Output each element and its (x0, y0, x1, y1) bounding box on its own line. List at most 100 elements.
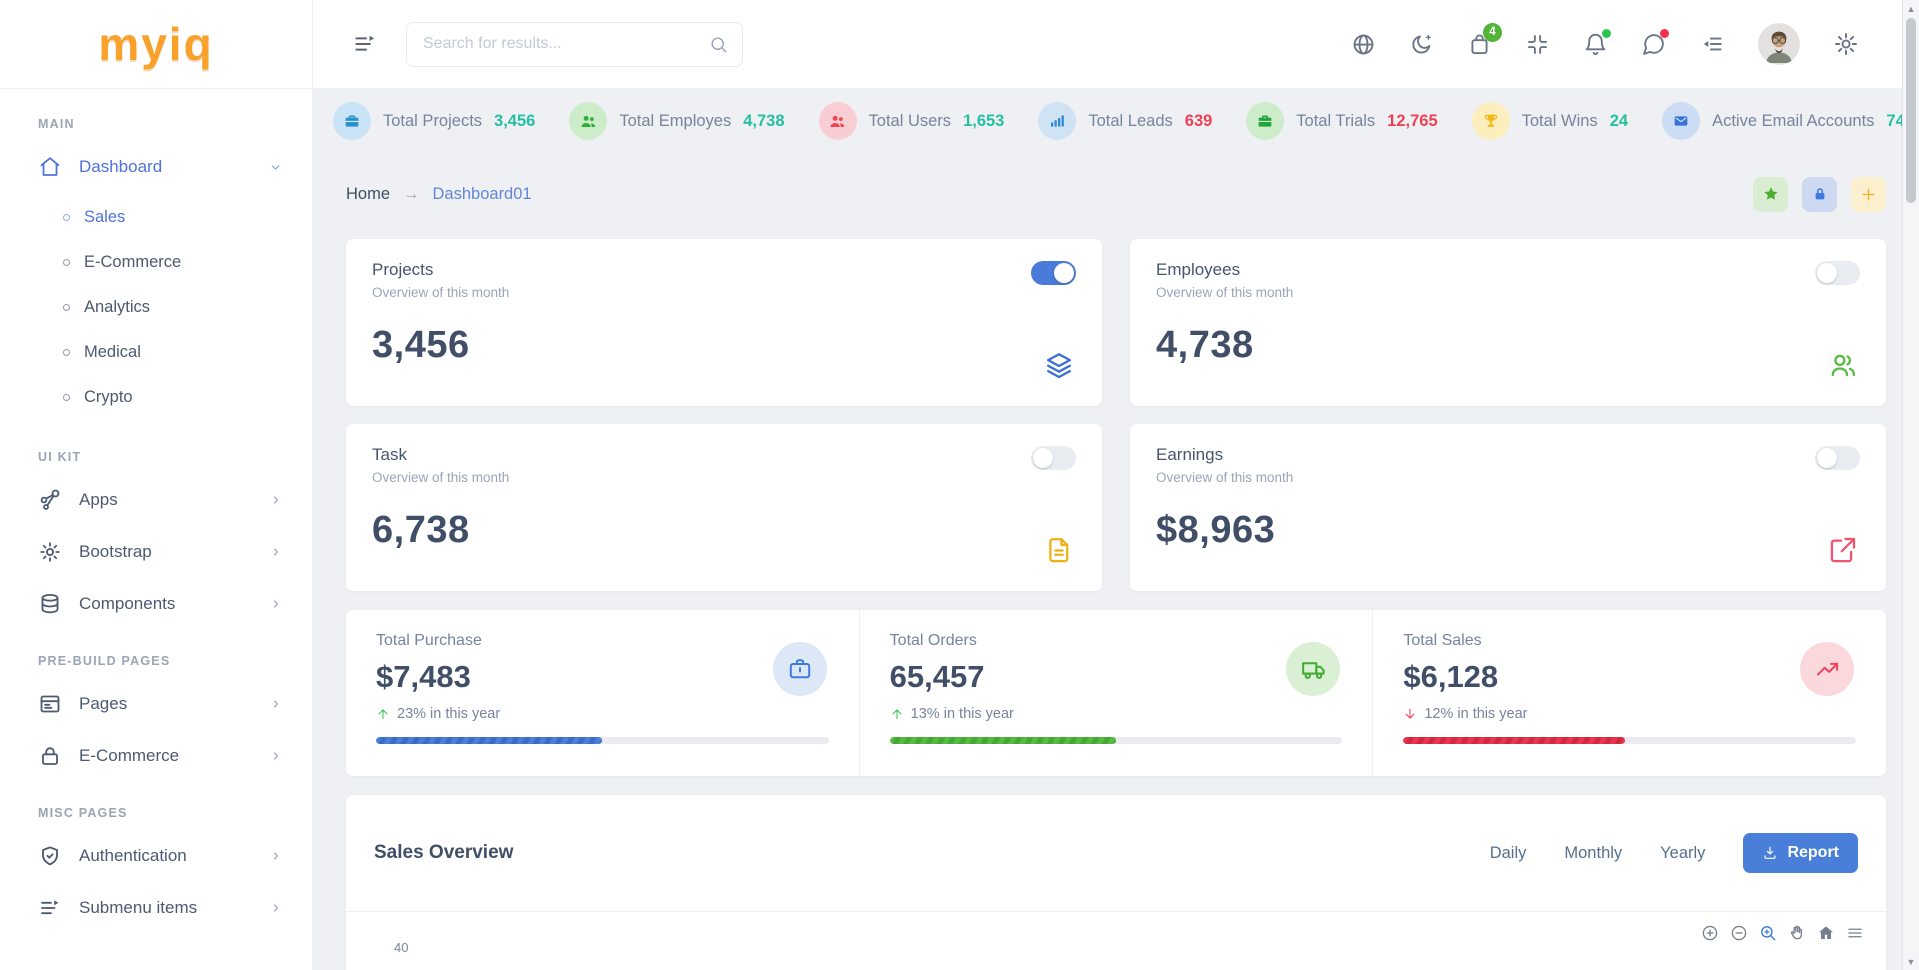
bullet-icon (63, 304, 70, 311)
minimize-icon[interactable] (1525, 32, 1550, 57)
sidebar-item-label: E-Commerce (79, 746, 253, 766)
pan-icon[interactable] (1788, 924, 1806, 942)
card-subtitle: Overview of this month (372, 470, 1076, 485)
card-earnings: Earnings Overview of this month $8,963 (1130, 424, 1886, 591)
filter-monthly[interactable]: Monthly (1564, 844, 1622, 863)
kpi-total-purchase: Total Purchase $7,483 23% in this year (346, 610, 859, 776)
sidebar-item-dashboard[interactable]: Dashboard (38, 141, 282, 193)
brand-logo[interactable]: myiq (0, 0, 312, 89)
zoom-select-icon[interactable] (1759, 924, 1777, 942)
chat-icon[interactable] (1641, 32, 1666, 57)
kpi-title: Total Orders (890, 632, 1343, 650)
lock-icon (38, 744, 62, 768)
card-toggle[interactable] (1815, 446, 1860, 470)
subitem-label: Analytics (84, 298, 150, 317)
chevron-right-icon (270, 750, 282, 762)
bell-icon[interactable] (1583, 32, 1608, 57)
search-input[interactable] (423, 35, 709, 53)
star-button[interactable] (1753, 177, 1788, 212)
search-box (406, 22, 743, 67)
sidebar-item-bootstrap[interactable]: Bootstrap (38, 526, 282, 578)
sidebar-section-misc: MISC PAGES (38, 806, 282, 820)
scrollbar-thumb[interactable] (1906, 18, 1916, 203)
ticker-label: Total Leads (1088, 112, 1172, 131)
ticker-label: Total Wins (1522, 112, 1598, 131)
ticker-item: Active Email Accounts 74,526 (1662, 102, 1919, 140)
ticker-label: Active Email Accounts (1712, 112, 1874, 131)
chevron-right-icon (270, 494, 282, 506)
card-toggle[interactable] (1031, 261, 1076, 285)
chevron-right-icon (270, 850, 282, 862)
ticker-value: 4,738 (743, 112, 784, 131)
kpi-change: 12% in this year (1403, 706, 1856, 722)
card-value: 3,456 (372, 324, 1076, 367)
globe-icon[interactable] (1351, 32, 1376, 57)
home-reset-icon[interactable] (1817, 924, 1835, 942)
stats-ticker: Total Projects 3,456 Total Employes 4,73… (313, 89, 1919, 153)
sidebar-item-label: Components (79, 594, 253, 614)
breadcrumb-home[interactable]: Home (346, 185, 390, 204)
moon-icon[interactable] (1409, 32, 1434, 57)
menu-arrow-icon (38, 896, 62, 920)
briefcase-icon (773, 642, 827, 696)
sidebar-subitem-analytics[interactable]: Analytics (38, 285, 282, 330)
page-scrollbar[interactable]: ▲ ▼ (1902, 0, 1919, 970)
shopping-bag-icon[interactable]: 4 (1467, 32, 1492, 57)
card-toggle[interactable] (1815, 261, 1860, 285)
content: Total Projects 3,456 Total Employes 4,73… (313, 89, 1919, 970)
users-icon (819, 102, 857, 140)
sidebar-subitem-crypto[interactable]: Crypto (38, 375, 282, 420)
sidebar-subitem-medical[interactable]: Medical (38, 330, 282, 375)
kpi-change-text: 12% in this year (1424, 706, 1527, 722)
lock-button[interactable] (1802, 177, 1837, 212)
breadcrumb: Home → Dashboard01 (346, 167, 1886, 221)
progress-fill (1403, 737, 1625, 744)
progress-bar (1403, 737, 1856, 744)
sales-overview-title: Sales Overview (374, 842, 513, 864)
share-nodes-icon (38, 488, 62, 512)
chart-modebar (1701, 924, 1864, 942)
sidebar-section-prebuild: PRE-BUILD PAGES (38, 654, 282, 668)
breadcrumb-separator: → (403, 185, 420, 204)
gear-icon[interactable] (1833, 31, 1859, 57)
ticker-item: Total Leads 639 (1038, 102, 1212, 140)
zoom-in-icon[interactable] (1701, 924, 1719, 942)
avatar[interactable] (1758, 23, 1800, 65)
chart-area: 40 (346, 912, 1886, 970)
menu-lines-icon[interactable] (1846, 924, 1864, 942)
download-icon (1762, 845, 1778, 861)
zoom-out-icon[interactable] (1730, 924, 1748, 942)
message-dot (1660, 29, 1669, 38)
ticker-value: 1,653 (963, 112, 1004, 131)
report-button[interactable]: Report (1743, 833, 1858, 873)
card-toggle[interactable] (1031, 446, 1076, 470)
sidebar-item-pages[interactable]: Pages (38, 678, 282, 730)
indent-left-icon[interactable] (1699, 31, 1725, 57)
sidebar-item-apps[interactable]: Apps (38, 474, 282, 526)
scroll-up-arrow[interactable]: ▲ (1903, 0, 1919, 17)
users-icon (569, 102, 607, 140)
sidebar-subitem-ecommerce[interactable]: E-Commerce (38, 240, 282, 285)
filter-daily[interactable]: Daily (1490, 844, 1527, 863)
plus-button[interactable] (1851, 177, 1886, 212)
kpi-value: $7,483 (376, 659, 829, 695)
sidebar-item-label: Pages (79, 694, 253, 714)
bullet-icon (63, 259, 70, 266)
sidebar-item-authentication[interactable]: Authentication (38, 830, 282, 882)
notification-dot (1602, 29, 1611, 38)
trending-up-icon (1800, 642, 1854, 696)
sidebar-item-submenu[interactable]: Submenu items (38, 882, 282, 934)
sidebar-item-ecommerce[interactable]: E-Commerce (38, 730, 282, 782)
scroll-down-arrow[interactable]: ▼ (1903, 953, 1919, 970)
brand-logo-text: myiq (98, 17, 213, 71)
menu-toggle-icon[interactable] (352, 31, 378, 57)
filter-yearly[interactable]: Yearly (1660, 844, 1705, 863)
sidebar-subitem-sales[interactable]: Sales (38, 195, 282, 240)
sidebar-item-components[interactable]: Components (38, 578, 282, 630)
card-projects: Projects Overview of this month 3,456 (346, 239, 1102, 406)
search-icon[interactable] (709, 35, 728, 54)
subitem-label: Medical (84, 343, 141, 362)
subitem-label: Crypto (84, 388, 133, 407)
kpi-total-sales: Total Sales $6,128 12% in this year (1372, 610, 1886, 776)
file-text-icon (1044, 535, 1074, 565)
